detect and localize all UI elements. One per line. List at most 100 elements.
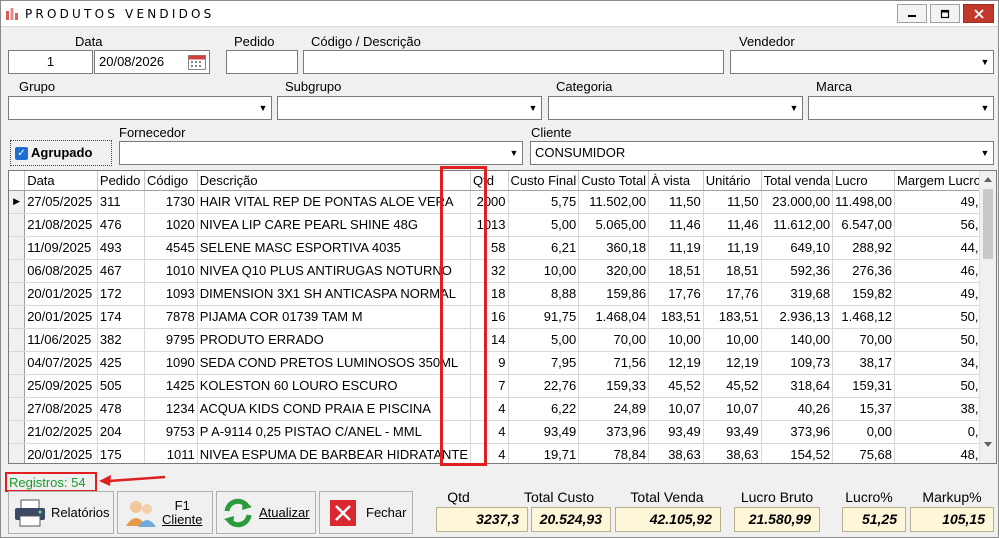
chevron-down-icon: ▼ bbox=[525, 97, 541, 119]
table-cell: 27/08/2025 bbox=[24, 397, 98, 421]
row-indicator[interactable] bbox=[9, 374, 26, 398]
row-indicator[interactable] bbox=[9, 236, 26, 260]
table-cell: SELENE MASC ESPORTIVA 4035 bbox=[197, 236, 472, 260]
table-cell: 11/09/2025 bbox=[24, 236, 98, 260]
table-cell: 12,19 bbox=[648, 351, 704, 375]
table-row[interactable]: 20/01/2025 172 1093 DIMENSION 3X1 SH ANTICA… bbox=[9, 282, 996, 306]
categoria-label: Categoria bbox=[556, 79, 613, 94]
lucro-pct-label: Lucro% bbox=[845, 489, 893, 505]
table-row[interactable]: 20/01/2025 174 7878 PIJAMA COR 01739 TAM M 1… bbox=[9, 305, 996, 329]
atualizar-button[interactable]: Atualizar bbox=[216, 491, 316, 534]
row-indicator[interactable] bbox=[9, 328, 26, 352]
column-header[interactable]: Data bbox=[24, 171, 98, 191]
table-cell: 11.498,00 bbox=[832, 190, 896, 214]
grupo-select[interactable]: ▼ bbox=[8, 96, 272, 120]
relatorios-button[interactable]: Relatórios bbox=[8, 491, 114, 534]
vendedor-select[interactable]: ▼ bbox=[730, 50, 994, 74]
table-cell: 0,00 bbox=[832, 420, 896, 444]
table-cell: 183,51 bbox=[648, 305, 704, 329]
row-indicator[interactable] bbox=[9, 259, 26, 283]
table-cell: 23.000,00 bbox=[761, 190, 834, 214]
column-header[interactable]: Custo Final bbox=[508, 171, 580, 191]
table-cell: 5.065,00 bbox=[578, 213, 650, 237]
table-cell: 109,73 bbox=[761, 351, 834, 375]
fechar-button[interactable]: Fechar bbox=[319, 491, 413, 534]
scroll-down-icon[interactable] bbox=[983, 441, 993, 449]
row-indicator[interactable] bbox=[9, 397, 26, 421]
column-header[interactable]: Total venda bbox=[761, 171, 834, 191]
row-indicator[interactable] bbox=[9, 282, 26, 306]
current-row-indicator-icon[interactable]: ▶ bbox=[9, 190, 26, 214]
sequence-input[interactable]: 1 bbox=[8, 50, 93, 74]
calendar-icon[interactable] bbox=[188, 54, 206, 70]
chevron-down-icon: ▼ bbox=[977, 97, 993, 119]
cliente-select[interactable]: CONSUMIDOR ▼ bbox=[530, 141, 994, 165]
table-cell: 27/05/2025 bbox=[24, 190, 98, 214]
column-header[interactable]: Código bbox=[144, 171, 198, 191]
table-cell: 15,37 bbox=[832, 397, 896, 421]
lucro-bruto-label: Lucro Bruto bbox=[740, 489, 814, 505]
categoria-select[interactable]: ▼ bbox=[548, 96, 803, 120]
table-cell: 91,75 bbox=[508, 305, 580, 329]
maximize-button[interactable] bbox=[930, 4, 960, 23]
users-icon bbox=[126, 500, 156, 527]
table-row[interactable]: 11/06/2025 382 9795 PRODUTO ERRADO 14 5,00 70,… bbox=[9, 328, 996, 352]
table-cell: 12,19 bbox=[703, 351, 762, 375]
agrupado-checkbox[interactable]: ✓ Agrupado bbox=[10, 140, 112, 166]
table-row[interactable]: 21/02/2025 204 9753 P A-9114 0,25 PISTAO C/… bbox=[9, 420, 996, 444]
column-header[interactable]: À vista bbox=[648, 171, 704, 191]
table-cell: 10,07 bbox=[703, 397, 762, 421]
table-cell: 1011 bbox=[144, 443, 198, 463]
row-indicator[interactable] bbox=[9, 305, 26, 329]
table-cell: 1020 bbox=[144, 213, 198, 237]
vertical-scrollbar[interactable] bbox=[979, 171, 996, 463]
table-cell: P A-9114 0,25 PISTAO C/ANEL - MML bbox=[197, 420, 472, 444]
table-row[interactable]: 04/07/2025 425 1090 SEDA COND PRETOS LUMINO… bbox=[9, 351, 996, 375]
table-row[interactable]: ▶ 27/05/2025 311 1730 HAIR VITAL REP DE PONT… bbox=[9, 190, 996, 214]
row-indicator[interactable] bbox=[9, 420, 26, 444]
minimize-button[interactable] bbox=[897, 4, 927, 23]
table-cell: 425 bbox=[97, 351, 145, 375]
scroll-up-icon[interactable] bbox=[983, 175, 993, 183]
row-indicator[interactable] bbox=[9, 443, 26, 463]
products-table: Data Pedido Código Descrição Qtd Custo Final C… bbox=[9, 171, 996, 463]
agrupado-label: Agrupado bbox=[31, 145, 93, 160]
table-row[interactable]: 11/09/2025 493 4545 SELENE MASC ESPORTIVA 4… bbox=[9, 236, 996, 260]
pedido-input[interactable] bbox=[226, 50, 298, 74]
marca-select[interactable]: ▼ bbox=[808, 96, 994, 120]
products-grid[interactable]: Data Pedido Código Descrição Qtd Custo Final C… bbox=[8, 170, 997, 464]
table-row[interactable]: 20/01/2025 175 1011 NIVEA ESPUMA DE BARBEAR… bbox=[9, 443, 996, 463]
column-header[interactable]: Lucro bbox=[832, 171, 896, 191]
date-value: 20/08/2026 bbox=[99, 54, 165, 69]
table-cell: 1730 bbox=[144, 190, 198, 214]
table-row[interactable]: 21/08/2025 476 1020 NIVEA LIP CARE PEARL SH… bbox=[9, 213, 996, 237]
column-header[interactable]: Custo Total bbox=[578, 171, 650, 191]
fornecedor-select[interactable]: ▼ bbox=[119, 141, 523, 165]
table-cell: 319,68 bbox=[761, 282, 834, 306]
table-cell: 373,96 bbox=[761, 420, 834, 444]
table-row[interactable]: 25/09/2025 505 1425 KOLESTON 60 LOURO ESCUR… bbox=[9, 374, 996, 398]
grupo-label: Grupo bbox=[19, 79, 56, 94]
grid-header-row: Data Pedido Código Descrição Qtd Custo Final C… bbox=[9, 171, 996, 191]
row-indicator[interactable] bbox=[9, 213, 26, 237]
table-cell: 592,36 bbox=[761, 259, 834, 283]
column-header[interactable]: Unitário bbox=[703, 171, 762, 191]
column-header[interactable]: Pedido bbox=[97, 171, 145, 191]
table-cell: 10,00 bbox=[508, 259, 580, 283]
subgrupo-label: Subgrupo bbox=[285, 79, 342, 94]
scroll-thumb[interactable] bbox=[983, 189, 993, 259]
row-indicator[interactable] bbox=[9, 351, 26, 375]
codigo-descricao-input[interactable] bbox=[303, 50, 724, 74]
date-input[interactable]: 20/08/2026 bbox=[94, 50, 210, 74]
table-cell: SEDA COND PRETOS LUMINOSOS 350ML bbox=[197, 351, 472, 375]
close-button[interactable] bbox=[963, 4, 994, 23]
subgrupo-select[interactable]: ▼ bbox=[277, 96, 542, 120]
table-cell: 20/01/2025 bbox=[24, 305, 98, 329]
table-row[interactable]: 27/08/2025 478 1234 ACQUA KIDS COND PRAIA E… bbox=[9, 397, 996, 421]
cliente-button[interactable]: F1 Cliente bbox=[117, 491, 213, 534]
column-header[interactable]: Descrição bbox=[197, 171, 472, 191]
table-row[interactable]: 06/08/2025 467 1010 NIVEA Q10 PLUS ANTIRUGA… bbox=[9, 259, 996, 283]
window-title: PRODUTOS VENDIDOS bbox=[25, 7, 215, 21]
table-cell: 320,00 bbox=[578, 259, 650, 283]
table-cell: 1093 bbox=[144, 282, 198, 306]
